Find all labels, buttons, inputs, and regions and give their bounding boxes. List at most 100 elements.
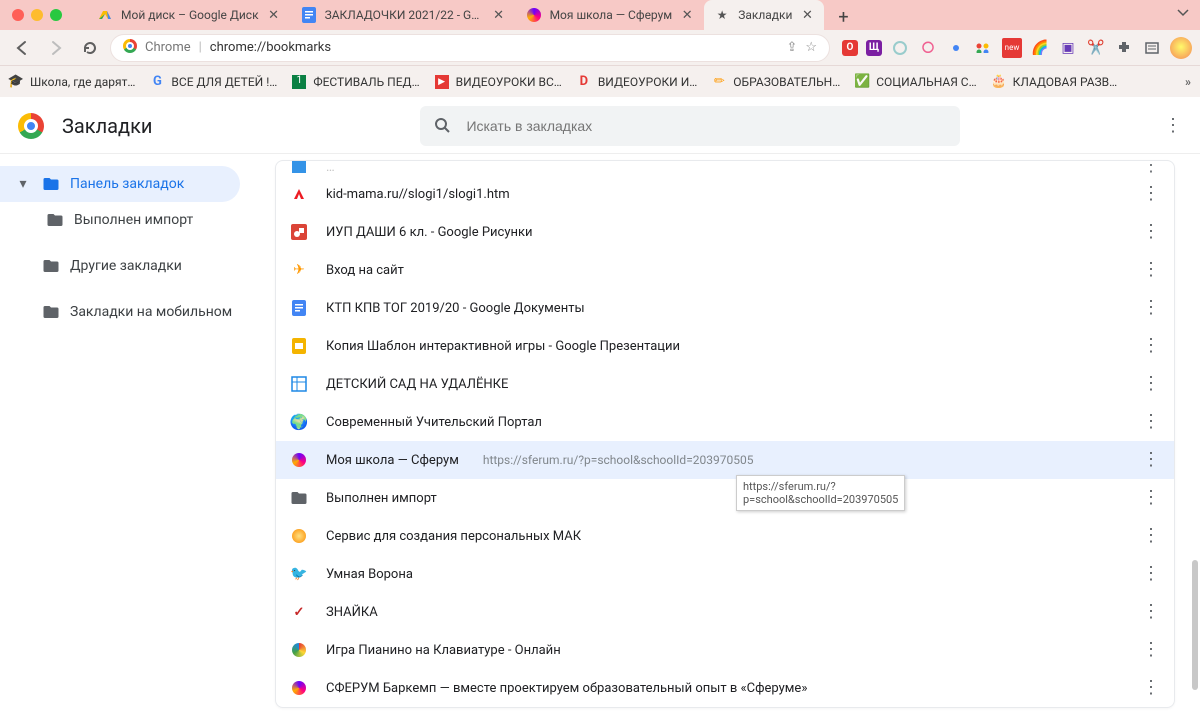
row-menu-icon[interactable]: ⋮ xyxy=(1142,223,1160,241)
extension-icon[interactable]: new xyxy=(1002,38,1022,58)
chevron-down-icon[interactable]: ▾ xyxy=(14,176,32,192)
browser-window: Мой диск – Google Диск ✕ ЗАКЛАДОЧКИ 2021… xyxy=(0,0,1200,714)
bookmark-favicon: ✏ xyxy=(711,74,727,90)
tab-sferum[interactable]: Моя школа — Сферум ✕ xyxy=(516,0,705,30)
extension-icon[interactable]: Щ xyxy=(866,40,882,56)
list-item[interactable]: … ⋮ xyxy=(276,161,1174,175)
extension-icon[interactable] xyxy=(974,38,994,58)
chrome-logo-icon xyxy=(18,113,44,139)
page-body: ▾ Панель закладок Выполнен импорт Другие… xyxy=(0,154,1200,714)
close-tab-icon[interactable]: ✕ xyxy=(492,8,506,22)
bookmarks-overflow-icon[interactable]: » xyxy=(1185,75,1192,89)
close-window-button[interactable] xyxy=(12,9,24,21)
sidebar-item-other[interactable]: Другие закладки xyxy=(0,248,240,284)
bookmark-bar-item[interactable]: 1ФЕСТИВАЛЬ ПЕД… xyxy=(291,74,419,90)
row-menu-icon[interactable]: ⋮ xyxy=(1142,161,1160,175)
forward-button[interactable] xyxy=(42,34,70,62)
list-item[interactable]: kid-mama.ru//slogi1/slogi1.htm⋮ xyxy=(276,175,1174,213)
list-item[interactable]: 🐦Умная Ворона⋮ xyxy=(276,555,1174,593)
bookmark-title: Умная Ворона xyxy=(326,567,413,582)
bookmark-star-icon[interactable]: ☆ xyxy=(805,40,817,55)
list-item[interactable]: ДЕТСКИЙ САД НА УДАЛЁНКЕ⋮ xyxy=(276,365,1174,403)
list-item[interactable]: ✓ЗНАЙКА⋮ xyxy=(276,593,1174,631)
maximize-window-button[interactable] xyxy=(50,9,62,21)
extension-icon[interactable]: ⭘ xyxy=(918,38,938,58)
close-tab-icon[interactable]: ✕ xyxy=(800,8,814,22)
row-menu-icon[interactable]: ⋮ xyxy=(1142,451,1160,469)
row-menu-icon[interactable]: ⋮ xyxy=(1142,261,1160,279)
sidebar-item-label: Закладки на мобильном xyxy=(70,304,232,320)
bookmark-favicon: G xyxy=(149,74,165,90)
favicon xyxy=(290,451,308,469)
list-item[interactable]: Моя школа — Сферумhttps://sferum.ru/?p=s… xyxy=(276,441,1174,479)
address-bar[interactable]: Chrome | chrome://bookmarks ⇪ ☆ xyxy=(110,34,830,62)
page-menu-button[interactable]: ⋮ xyxy=(1164,117,1182,135)
tab-google-drive[interactable]: Мой диск – Google Диск ✕ xyxy=(87,0,291,30)
row-menu-icon[interactable]: ⋮ xyxy=(1142,375,1160,393)
extension-icon[interactable]: ▣ xyxy=(1058,38,1078,58)
list-item[interactable]: СФЕРУМ Баркемп — вместе проектируем обра… xyxy=(276,669,1174,707)
back-button[interactable] xyxy=(8,34,36,62)
list-item[interactable]: ИУП ДАШИ 6 кл. - Google Рисунки⋮ xyxy=(276,213,1174,251)
row-menu-icon[interactable]: ⋮ xyxy=(1142,641,1160,659)
list-item[interactable]: ✈Вход на сайт⋮ xyxy=(276,251,1174,289)
row-menu-icon[interactable]: ⋮ xyxy=(1142,527,1160,545)
list-item[interactable]: Игра Пианино на Клавиатуре - Онлайн⋮ xyxy=(276,631,1174,669)
bookmark-bar-item[interactable]: 🎓Школа, где дарят… xyxy=(8,74,135,90)
row-menu-icon[interactable]: ⋮ xyxy=(1142,679,1160,697)
row-menu-icon[interactable]: ⋮ xyxy=(1142,337,1160,355)
close-tab-icon[interactable]: ✕ xyxy=(267,8,281,22)
row-menu-icon[interactable]: ⋮ xyxy=(1142,603,1160,621)
sidebar-item-label: Панель закладок xyxy=(70,176,184,192)
tab-google-docs[interactable]: ЗАКЛАДОЧКИ 2021/22 - Goo… ✕ xyxy=(291,0,516,30)
folder-icon xyxy=(46,211,64,229)
bookmark-bar-item[interactable]: ✏ОБРАЗОВАТЕЛЬН… xyxy=(711,74,840,90)
share-icon[interactable]: ⇪ xyxy=(786,40,797,55)
scrollbar-thumb[interactable] xyxy=(1192,560,1198,690)
extension-icon[interactable] xyxy=(890,38,910,58)
bookmark-bar-item[interactable]: DВИДЕОУРОКИ И… xyxy=(576,74,697,90)
sidebar-item-import[interactable]: Выполнен импорт xyxy=(0,202,240,238)
bookmark-label: ВИДЕОУРОКИ И… xyxy=(598,75,697,89)
favicon xyxy=(290,223,308,241)
favicon: ✈ xyxy=(290,261,308,279)
extension-icon[interactable] xyxy=(946,38,966,58)
search-input[interactable] xyxy=(464,117,946,135)
sidebar-item-bookmarks-bar[interactable]: ▾ Панель закладок xyxy=(0,166,240,202)
extension-icon[interactable]: O xyxy=(842,40,858,56)
close-tab-icon[interactable]: ✕ xyxy=(680,8,694,22)
bookmark-bar-item[interactable]: 🎂КЛАДОВАЯ РАЗВ… xyxy=(991,74,1118,90)
new-tab-button[interactable]: + xyxy=(830,4,856,30)
extension-icon[interactable]: 🌈 xyxy=(1030,38,1050,58)
list-item[interactable]: Копия Шаблон интерактивной игры - Google… xyxy=(276,327,1174,365)
row-menu-icon[interactable]: ⋮ xyxy=(1142,489,1160,507)
tab-overflow-icon[interactable] xyxy=(1176,6,1190,20)
gdocs-icon xyxy=(301,7,317,23)
tab-bookmarks[interactable]: ★ Закладки ✕ xyxy=(704,0,824,30)
bookmark-bar-item[interactable]: GВСЕ ДЛЯ ДЕТЕЙ !… xyxy=(149,74,277,90)
bookmark-title: Современный Учительский Портал xyxy=(326,415,542,430)
profile-avatar[interactable] xyxy=(1170,37,1192,59)
bookmark-title: … xyxy=(326,161,335,175)
extensions-menu-icon[interactable] xyxy=(1114,38,1134,58)
row-menu-icon[interactable]: ⋮ xyxy=(1142,299,1160,317)
extension-icon[interactable]: ✂️ xyxy=(1086,38,1106,58)
bookmark-title: Сервис для создания персональных МАК xyxy=(326,529,581,544)
row-menu-icon[interactable]: ⋮ xyxy=(1142,565,1160,583)
window-controls xyxy=(12,9,62,21)
list-item[interactable]: Сервис для создания персональных МАК ⋮ xyxy=(276,517,1174,555)
bookmark-bar-item[interactable]: ✅СОЦИАЛЬНАЯ С… xyxy=(854,74,976,90)
search-bookmarks-field[interactable] xyxy=(420,106,960,146)
bookmarks-page: Закладки ⋮ ▾ Панель закладок Выполнен им… xyxy=(0,98,1200,714)
list-item[interactable]: 🌍Современный Учительский Портал⋮ xyxy=(276,403,1174,441)
row-menu-icon[interactable]: ⋮ xyxy=(1142,413,1160,431)
reload-button[interactable] xyxy=(76,34,104,62)
sidebar-item-mobile[interactable]: Закладки на мобильном xyxy=(0,294,240,330)
reading-list-icon[interactable] xyxy=(1142,38,1162,58)
list-item[interactable]: КТП КПВ ТОГ 2019/20 - Google Документы⋮ xyxy=(276,289,1174,327)
bookmark-bar-item[interactable]: ▶ВИДЕОУРОКИ ВС… xyxy=(434,74,562,90)
tab-label: Мой диск – Google Диск xyxy=(121,8,259,22)
row-menu-icon[interactable]: ⋮ xyxy=(1142,185,1160,203)
list-item[interactable]: Выполнен импорт⋮ xyxy=(276,479,1174,517)
minimize-window-button[interactable] xyxy=(31,9,43,21)
